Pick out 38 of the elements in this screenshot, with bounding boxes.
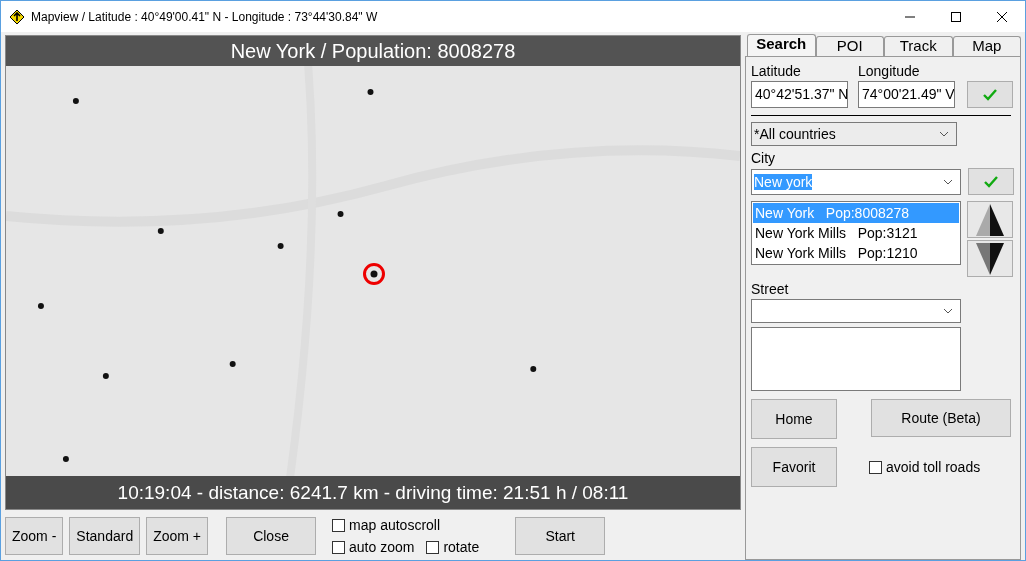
tab[interactable]: Map [952, 36, 1021, 56]
map-button[interactable]: Close [226, 517, 317, 555]
map-button[interactable]: Zoom + [146, 517, 209, 555]
tab[interactable]: Search [747, 34, 816, 56]
close-icon[interactable] [997, 11, 1007, 22]
map-button[interactable]: Standard [69, 517, 141, 555]
field-label: Latitude [751, 63, 802, 79]
route-button[interactable]: Route (Beta) [871, 399, 1011, 437]
checkbox[interactable]: avoid toll roads [869, 459, 1011, 475]
list-item[interactable]: New York Mills Pop:1210 [753, 243, 959, 263]
tab[interactable]: POI [815, 36, 884, 56]
up-button[interactable] [967, 201, 1013, 238]
field-label: Street [751, 281, 790, 297]
checkbox[interactable]: map autoscroll [332, 517, 480, 533]
street-dropdown[interactable] [751, 299, 961, 323]
checkbox[interactable]: auto zoom [332, 539, 415, 555]
map-header: New York / Population: 8008278 [6, 36, 740, 66]
field-label: City [751, 150, 777, 166]
chevron-down-icon [943, 308, 953, 314]
chevron-down-icon [939, 131, 949, 137]
field-label: Longitude [858, 63, 921, 79]
map-button[interactable]: Zoom - [5, 517, 64, 555]
list-item[interactable]: New York Mills Pop:3121 [753, 223, 959, 243]
maximize-icon[interactable] [951, 11, 961, 22]
window-title: Mapview / Latitude : 40°49'00.41" N - Longitude : 73°44'30.84" W [31, 9, 378, 24]
input-field[interactable]: 74°00'21.49" V [858, 81, 955, 108]
app-icon [9, 8, 25, 25]
target-marker-icon [362, 262, 386, 286]
start-button[interactable]: Start [515, 517, 606, 555]
favorite-button[interactable]: Favorit [751, 447, 837, 487]
map-footer: 10:19:04 - distance: 6241.7 km - driving time: 21:51 h / 08:11 [6, 476, 740, 509]
chevron-down-icon [943, 178, 953, 185]
checkbox[interactable]: rotate [426, 539, 480, 555]
tab[interactable]: Track [884, 36, 953, 56]
home-button[interactable]: Home [751, 399, 837, 439]
country-dropdown[interactable]: *All countries [751, 122, 957, 146]
input-field[interactable]: 40°42'51.37" N [751, 81, 848, 108]
down-button[interactable] [967, 240, 1013, 277]
